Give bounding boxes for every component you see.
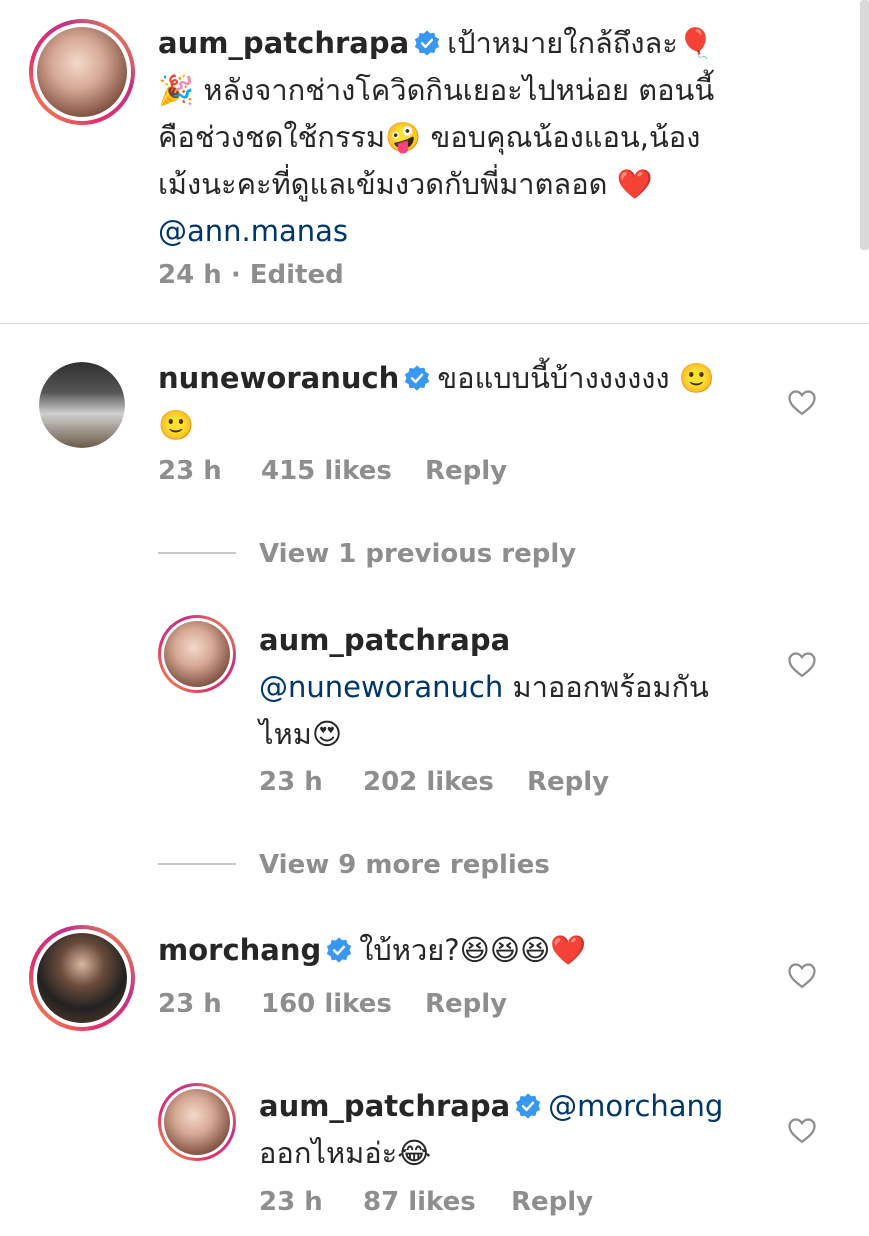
verified-badge-icon <box>405 365 430 391</box>
caption-separator: · <box>230 260 241 290</box>
reply-button[interactable]: Reply <box>425 456 507 486</box>
like-heart-icon[interactable] <box>787 650 817 678</box>
comment-text: morchang ใบ้หวย?😆😆😆❤️ <box>158 927 778 974</box>
comment-likes[interactable]: 160 likes <box>261 989 392 1019</box>
caption-text: aum_patchrapa เป้าหมายใกล้ถึงละ🎈 🎉 หลังจา… <box>158 20 798 255</box>
caption-meta: 24 h · Edited <box>158 260 344 290</box>
avatar-image <box>39 362 125 448</box>
replies-line <box>158 552 236 554</box>
reply-likes[interactable]: 87 likes <box>363 1187 476 1217</box>
scrollbar[interactable] <box>860 0 869 250</box>
reply-time: 23 h <box>259 1187 323 1217</box>
avatar-image <box>37 933 127 1023</box>
comment-likes[interactable]: 415 likes <box>261 456 392 486</box>
reply-button[interactable]: Reply <box>425 989 507 1019</box>
reply-button[interactable]: Reply <box>511 1187 593 1217</box>
caption-username[interactable]: aum_patchrapa <box>158 26 409 60</box>
replies-line <box>158 863 236 865</box>
caption-time: 24 h <box>158 260 222 290</box>
comment-line-2: 🙂 <box>158 408 195 442</box>
comment-username[interactable]: nuneworanuch <box>158 361 399 395</box>
comment-text: nuneworanuch ขอแบบนี้บ้างงงงงง 🙂 🙂 <box>158 355 778 449</box>
reply-username[interactable]: aum_patchrapa <box>259 623 510 657</box>
avatar-image <box>164 621 230 687</box>
divider <box>0 323 869 324</box>
like-heart-icon[interactable] <box>787 961 817 989</box>
reply-avatar[interactable] <box>158 615 236 693</box>
caption-mention[interactable]: @ann.manas <box>158 208 798 255</box>
caption-line-4: เม้งนะคะที่ดูแลเข้มงวดกับพี่มาตลอด ❤️ <box>158 167 653 201</box>
reply-text: aum_patchrapa @nuneworanuch มาออกพร้อมกั… <box>259 617 779 758</box>
avatar-image <box>37 27 127 117</box>
like-heart-icon[interactable] <box>787 388 817 416</box>
reply-mention[interactable]: @nuneworanuch <box>259 670 503 704</box>
view-more-replies-link[interactable]: View 9 more replies <box>259 850 550 880</box>
verified-badge-icon <box>515 1093 541 1119</box>
caption-line-3: คือช่วงชดใช้กรรม🤪 ขอบคุณน้องแอน,น้อง <box>158 120 701 154</box>
caption-avatar[interactable] <box>29 19 135 125</box>
comment-time: 23 h <box>158 456 222 486</box>
verified-badge-icon <box>327 937 352 963</box>
comment-username[interactable]: morchang <box>158 933 321 967</box>
reply-line-2: ออกไหมอ่ะ😂 <box>259 1136 432 1170</box>
reply-text: aum_patchrapa @morchang ออกไหมอ่ะ😂 <box>259 1083 799 1177</box>
comment-line-1: ขอแบบนี้บ้างงงงงง 🙂 <box>437 361 715 395</box>
comment-avatar[interactable] <box>39 362 125 448</box>
reply-line-2: ไหม😍 <box>259 717 343 751</box>
reply-mention[interactable]: @morchang <box>548 1089 723 1123</box>
view-previous-replies-link[interactable]: View 1 previous reply <box>259 539 576 569</box>
reply-username[interactable]: aum_patchrapa <box>259 1089 510 1123</box>
reply-time: 23 h <box>259 767 323 797</box>
verified-badge-icon <box>414 30 440 56</box>
reply-button[interactable]: Reply <box>527 767 609 797</box>
caption-line-1: เป้าหมายใกล้ถึงละ🎈 <box>447 26 714 60</box>
comment-time: 23 h <box>158 989 222 1019</box>
comment-avatar[interactable] <box>29 925 135 1031</box>
reply-avatar[interactable] <box>158 1083 236 1161</box>
comment-meta: 23 h <box>158 456 222 486</box>
reply-likes[interactable]: 202 likes <box>363 767 494 797</box>
reply-line-1: มาออกพร้อมกัน <box>503 670 709 704</box>
caption-line-2: 🎉 หลังจากช่างโควิดกินเยอะไปหน่อย ตอนนี้ <box>158 73 715 107</box>
like-heart-icon[interactable] <box>787 1116 817 1144</box>
caption-edited: Edited <box>249 260 344 290</box>
comment-line-1: ใบ้หวย?😆😆😆❤️ <box>359 933 587 967</box>
avatar-image <box>164 1089 230 1155</box>
